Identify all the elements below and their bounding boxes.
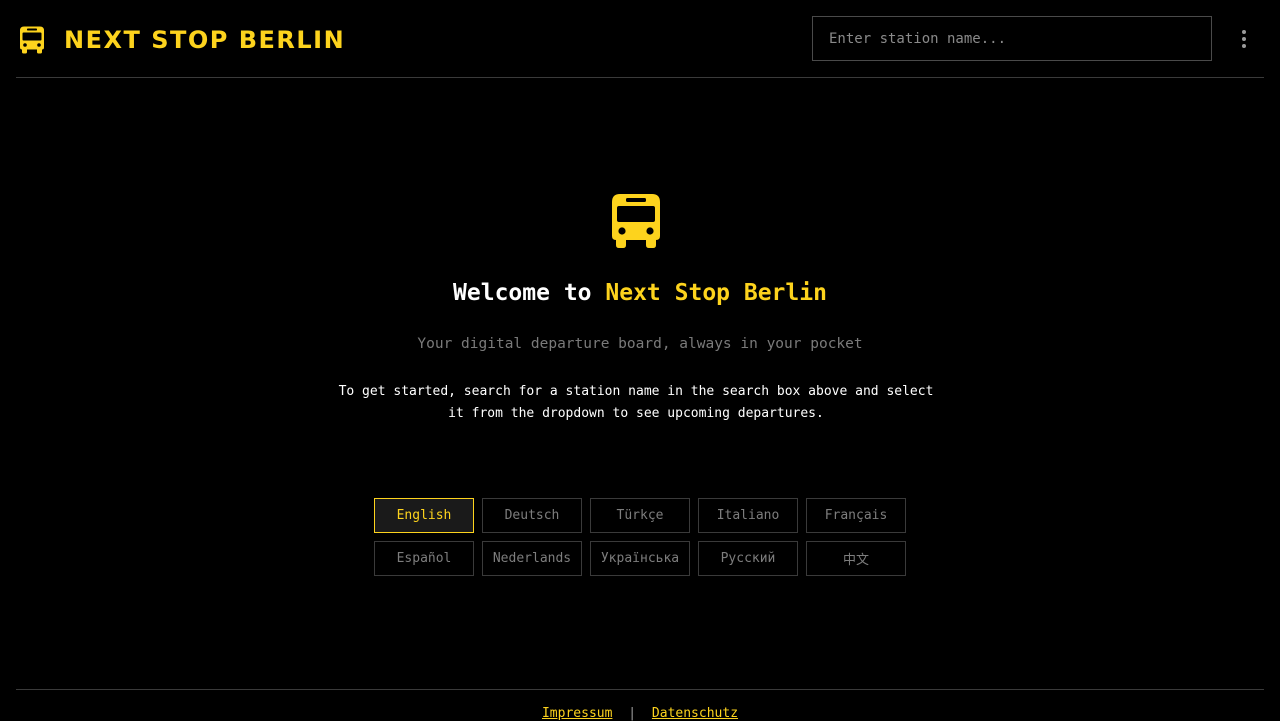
app-title: NEXT STOP BERLIN	[64, 26, 346, 54]
bus-icon	[20, 26, 44, 54]
language-selector: English Deutsch Türkçe Italiano Français…	[374, 498, 906, 576]
language-option-espanol[interactable]: Español	[374, 541, 474, 576]
language-option-russian[interactable]: Русский	[698, 541, 798, 576]
footer-separator: |	[628, 706, 637, 721]
language-option-turkce[interactable]: Türkçe	[590, 498, 690, 533]
brand[interactable]: NEXT STOP BERLIN	[20, 23, 345, 57]
language-option-english[interactable]: English	[374, 498, 474, 533]
datenschutz-link[interactable]: Datenschutz	[652, 706, 738, 721]
footer-divider	[16, 689, 1264, 690]
bus-icon	[612, 194, 660, 248]
welcome-prefix: Welcome to	[453, 280, 592, 306]
instructions-text: To get started, search for a station nam…	[338, 384, 934, 421]
language-option-francais[interactable]: Français	[806, 498, 906, 533]
language-option-italiano[interactable]: Italiano	[698, 498, 798, 533]
more-menu-button[interactable]	[1232, 26, 1256, 52]
impressum-link[interactable]: Impressum	[542, 706, 612, 721]
language-option-chinese[interactable]: 中文	[806, 541, 906, 576]
language-option-ukrainian[interactable]: Українська	[590, 541, 690, 576]
header: NEXT STOP BERLIN	[16, 0, 1264, 78]
language-option-nederlands[interactable]: Nederlands	[482, 541, 582, 576]
welcome-app-name: Next Stop Berlin	[605, 280, 827, 306]
more-vertical-icon	[1242, 30, 1246, 34]
language-option-deutsch[interactable]: Deutsch	[482, 498, 582, 533]
station-search-input[interactable]	[812, 16, 1212, 61]
welcome-heading: Welcome to Next Stop Berlin	[0, 280, 1280, 306]
footer: Impressum | Datenschutz	[0, 706, 1280, 721]
tagline: Your digital departure board, always in …	[417, 336, 863, 352]
